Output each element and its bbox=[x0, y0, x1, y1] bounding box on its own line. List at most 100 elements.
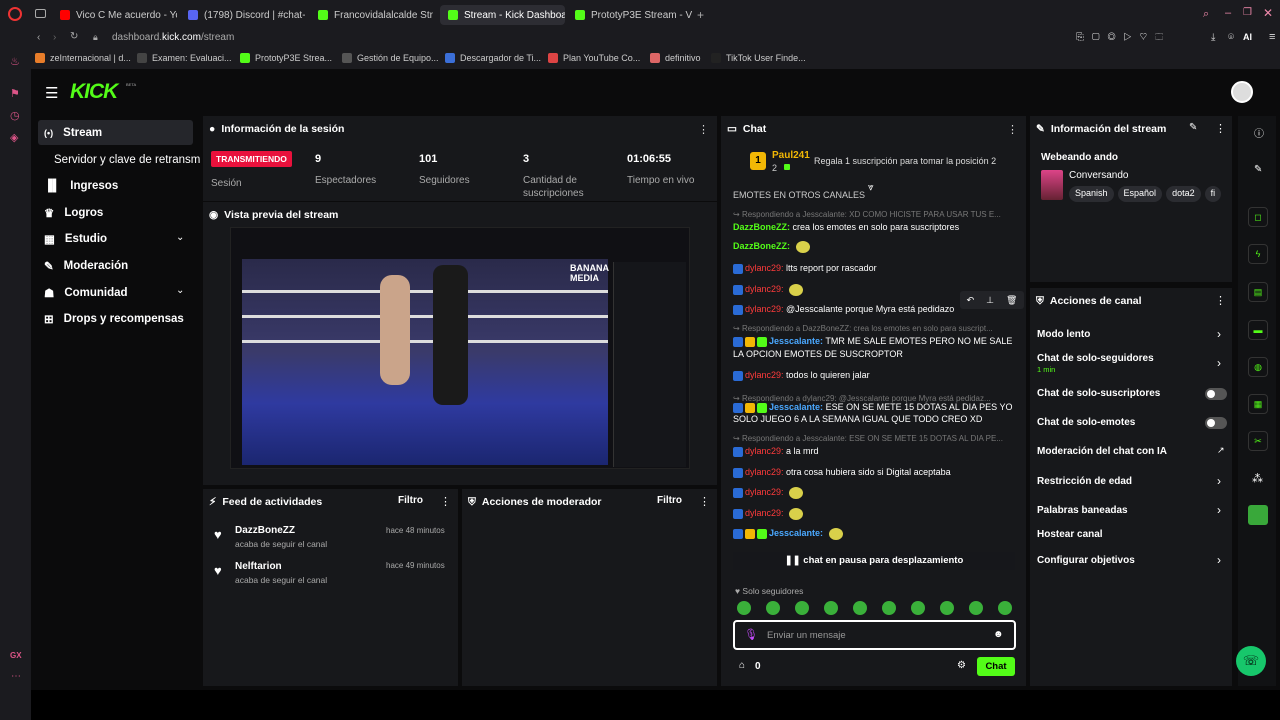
messenger-icon[interactable]: ♨ bbox=[10, 55, 20, 68]
tag-chip[interactable]: fi bbox=[1204, 186, 1222, 202]
chevron-down-icon[interactable]: ⌄ bbox=[176, 232, 184, 243]
chat-username[interactable]: dylanc29: bbox=[745, 284, 784, 294]
menu-icon[interactable]: ≡ bbox=[1269, 31, 1275, 43]
support-icon[interactable]: ☏ bbox=[1236, 646, 1266, 676]
broadcast-icon[interactable]: ◍ bbox=[1248, 357, 1268, 377]
mic-icon[interactable]: 🎙︎ bbox=[744, 628, 758, 641]
kebab-menu-icon[interactable]: ⋮ bbox=[1215, 122, 1226, 135]
sidebar-item-ingresos[interactable]: ▐▌ Ingresos bbox=[44, 174, 118, 198]
bookmark-item[interactable]: Plan YouTube Co... bbox=[548, 53, 640, 63]
chat-username[interactable]: dylanc29: bbox=[745, 508, 784, 518]
chat-bubble-icon[interactable]: ▬ bbox=[1248, 320, 1268, 340]
delete-icon[interactable]: 🗑︎ bbox=[1006, 295, 1017, 306]
chevron-right-icon[interactable]: › bbox=[1217, 553, 1221, 567]
emote-icon[interactable] bbox=[737, 601, 751, 615]
pencil-icon[interactable]: ✎ bbox=[1254, 164, 1262, 175]
edit-icon[interactable]: ✎ bbox=[1189, 122, 1197, 133]
chat-username[interactable]: dylanc29: bbox=[745, 304, 784, 314]
chevron-right-icon[interactable]: › bbox=[1217, 474, 1221, 488]
tab-prototype[interactable]: PrototyP3E Stream - V bbox=[567, 5, 692, 25]
clipboard-icon[interactable]: ▤ bbox=[1248, 282, 1268, 302]
emote-icon[interactable] bbox=[766, 601, 780, 615]
back-icon[interactable]: ‹ bbox=[37, 32, 40, 43]
activity-user[interactable]: Nelftarion bbox=[235, 561, 282, 572]
kick-logo[interactable]: KICK bbox=[70, 80, 118, 104]
lightning-icon[interactable]: ϟ bbox=[1248, 244, 1268, 264]
send-chat-button[interactable]: Chat bbox=[977, 657, 1015, 676]
sidebar-item-logros[interactable]: ♛ Logros bbox=[44, 201, 103, 225]
store-icon[interactable]: ⌂ bbox=[739, 660, 745, 671]
bookmark-item[interactable]: TikTok User Finde... bbox=[711, 53, 806, 63]
hamburger-icon[interactable]: ☰ bbox=[45, 84, 58, 102]
sidebar-item-stream[interactable]: (•) Stream bbox=[44, 121, 102, 145]
chat-username[interactable]: Jesscalante: bbox=[769, 336, 823, 346]
reload-icon[interactable]: ↻ bbox=[70, 31, 78, 42]
chevron-right-icon[interactable]: › bbox=[1217, 327, 1221, 341]
action-age-restriction[interactable]: Restricción de edad bbox=[1037, 476, 1132, 487]
url-field[interactable]: dashboard.kick.com/stream bbox=[112, 32, 234, 43]
chevron-right-icon[interactable]: › bbox=[1217, 503, 1221, 517]
chat-username[interactable]: dylanc29: bbox=[745, 263, 784, 273]
emote-icon[interactable] bbox=[969, 601, 983, 615]
emoji-icon[interactable]: ☻ bbox=[993, 629, 1004, 640]
category-thumbnail[interactable] bbox=[1041, 170, 1063, 200]
forward-icon[interactable]: › bbox=[53, 32, 56, 43]
sidebar-item-moderacion[interactable]: ✎ Moderación bbox=[44, 254, 128, 278]
kebab-menu-icon[interactable]: ⋮ bbox=[1007, 123, 1018, 136]
tab-discord[interactable]: (1798) Discord | #chat-ge bbox=[180, 5, 305, 25]
sidebar-item-drops[interactable]: ⊞ Drops y recompensas bbox=[44, 307, 184, 331]
opera-logo-icon[interactable] bbox=[8, 7, 22, 21]
activity-user[interactable]: DazzBoneZZ bbox=[235, 525, 295, 536]
emote-icon[interactable] bbox=[853, 601, 867, 615]
sidebar-item-estudio[interactable]: ▦ Estudio bbox=[44, 227, 107, 251]
bookmark-item[interactable]: Examen: Evaluaci... bbox=[137, 53, 232, 63]
chevron-down-icon[interactable]: ⌄ bbox=[176, 285, 184, 296]
chat-username[interactable]: DazzBoneZZ: bbox=[733, 222, 790, 232]
chat-input[interactable]: Enviar un mensaje bbox=[767, 630, 846, 641]
tab-franco[interactable]: Francovidalalcalde Str bbox=[310, 5, 435, 25]
emote-icon[interactable] bbox=[940, 601, 954, 615]
tab-youtube[interactable]: Vico C Me acuerdo - YouT bbox=[52, 5, 177, 25]
tab-kick-dashboard[interactable]: Stream - Kick Dashboard bbox=[440, 5, 565, 25]
modactions-filter-button[interactable]: Filtro bbox=[657, 495, 682, 506]
download-icon[interactable]: ⤓ bbox=[1211, 32, 1215, 43]
ai-button[interactable]: AI bbox=[1243, 32, 1252, 42]
gx-corner-label[interactable]: GX bbox=[10, 651, 22, 660]
chat-username[interactable]: dylanc29: bbox=[745, 446, 784, 456]
chat-username[interactable]: Jesscalante: bbox=[769, 528, 823, 538]
action-followers-only[interactable]: Chat de solo-seguidores bbox=[1037, 353, 1154, 364]
action-slow-mode[interactable]: Modo lento bbox=[1037, 329, 1090, 340]
emote-icon[interactable] bbox=[998, 601, 1012, 615]
kebab-menu-icon[interactable]: ⋮ bbox=[1215, 294, 1226, 307]
gear-icon[interactable]: ⚙ bbox=[957, 660, 966, 671]
camera-icon[interactable]: ⌾ bbox=[1228, 32, 1234, 43]
sidebar-item-server[interactable]: Servidor y clave de retransmisión bbox=[54, 148, 201, 172]
layout-icon[interactable]: ▦ bbox=[1248, 394, 1268, 414]
sidebar-item-comunidad[interactable]: ☗ Comunidad bbox=[44, 281, 128, 305]
external-link-icon[interactable]: ↗ bbox=[1217, 445, 1225, 456]
action-goals[interactable]: Configurar objetivos bbox=[1037, 555, 1135, 566]
action-emotes-only[interactable]: Chat de solo-emotes bbox=[1037, 417, 1135, 428]
pin-icon[interactable]: ⊥ bbox=[986, 295, 994, 306]
toolbar-icons[interactable]: ⎘▢◎▷♡⬚ bbox=[1076, 32, 1171, 43]
chat-username[interactable]: DazzBoneZZ: bbox=[733, 241, 790, 251]
kebab-menu-icon[interactable]: ⋮ bbox=[440, 495, 451, 508]
top-gifter-name[interactable]: Paul241 bbox=[772, 150, 810, 161]
subs-only-toggle[interactable] bbox=[1205, 388, 1227, 400]
chat-username[interactable]: dylanc29: bbox=[745, 370, 784, 380]
bookmark-item[interactable]: zeInternacional | d... bbox=[35, 53, 131, 63]
chat-paused-banner[interactable]: ❚❚ chat en pausa para desplazamiento bbox=[733, 552, 1015, 570]
kebab-menu-icon[interactable]: ⋮ bbox=[698, 123, 709, 136]
users-icon[interactable]: ⁂ bbox=[1252, 472, 1263, 485]
bookmark-item[interactable]: Descargador de Ti... bbox=[445, 53, 541, 63]
action-host-channel[interactable]: Hostear canal bbox=[1037, 529, 1103, 540]
action-subs-only[interactable]: Chat de solo-suscriptores bbox=[1037, 388, 1160, 399]
emote-icon[interactable] bbox=[824, 601, 838, 615]
maximize-icon[interactable]: ❐ bbox=[1243, 7, 1252, 18]
tag-chip[interactable]: dota2 bbox=[1166, 186, 1201, 202]
action-banned-words[interactable]: Palabras baneadas bbox=[1037, 505, 1128, 516]
new-tab-icon[interactable]: + bbox=[697, 8, 704, 22]
chevron-right-icon[interactable]: › bbox=[1217, 356, 1221, 370]
extensions-icon[interactable]: ◈ bbox=[10, 131, 18, 144]
bookmark-item[interactable]: Gestión de Equipo... bbox=[342, 53, 439, 63]
